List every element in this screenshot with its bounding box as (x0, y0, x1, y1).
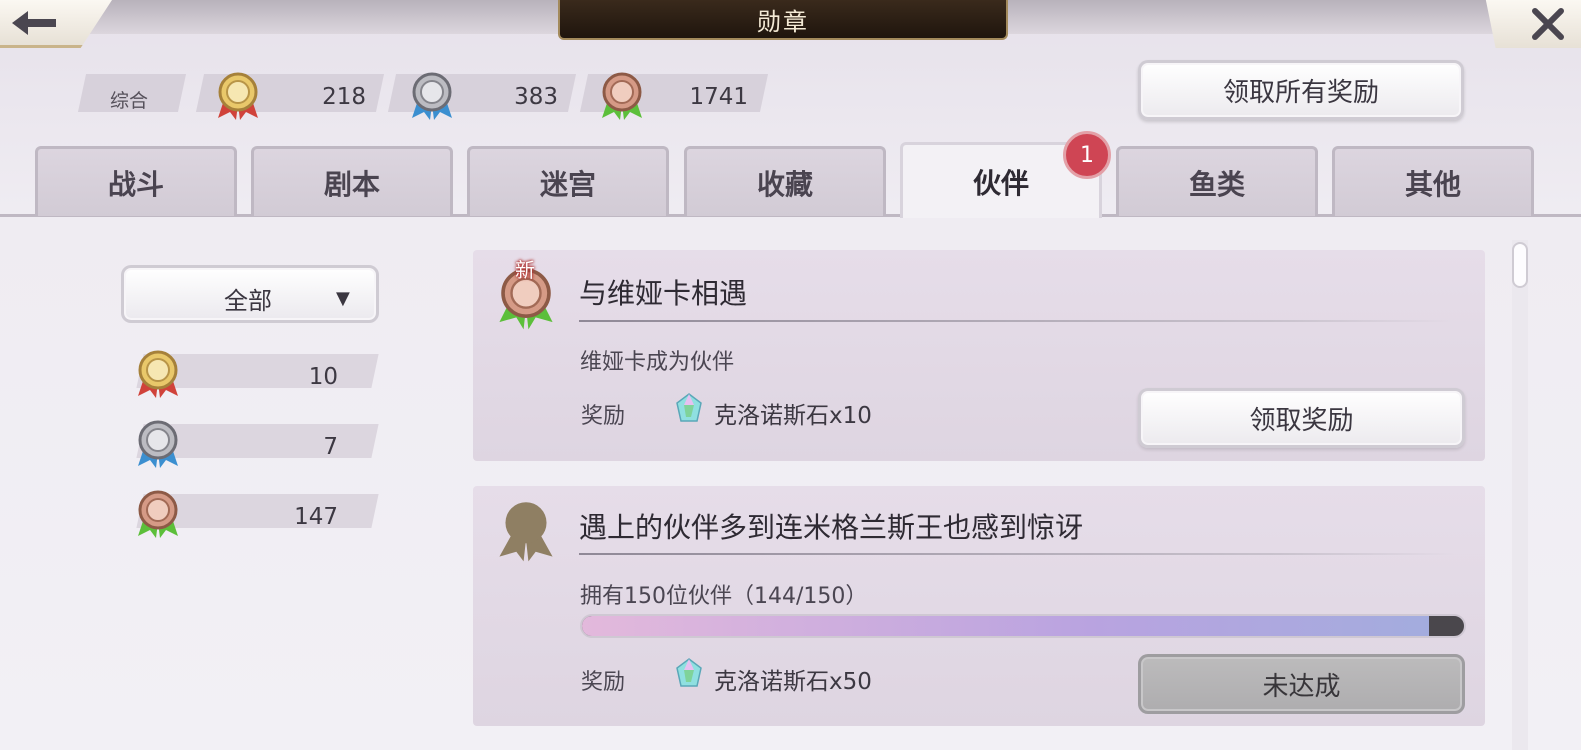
summary-label: 综合 (110, 90, 149, 112)
filter-selected-value: 全部 (224, 287, 272, 315)
filter-gold-count: 10 (308, 364, 338, 390)
notification-badge: 1 (1063, 131, 1111, 179)
achievement-card: 与维娅卡相遇 维娅卡成为伙伴 奖励 克洛诺斯石x10 领取奖励 (473, 250, 1485, 461)
new-tag: 新 (515, 258, 535, 282)
achievement-description: 维娅卡成为伙伴 (580, 350, 735, 375)
progress-fill (582, 616, 1429, 636)
summary-gold-count: 218 (322, 84, 366, 110)
progress-bar (580, 614, 1466, 638)
reward-label: 奖励 (581, 670, 626, 695)
summary-silver-count: 383 (514, 84, 558, 110)
scrollbar-track[interactable] (1512, 240, 1528, 750)
filter-silver-count: 7 (323, 434, 338, 460)
tab-labyrinth[interactable]: 迷宫 (467, 146, 669, 216)
claim-reward-button[interactable]: 领取奖励 (1138, 388, 1465, 448)
bronze-medal-icon (138, 490, 178, 538)
tab-fish[interactable]: 鱼类 (1116, 146, 1318, 216)
tab-story[interactable]: 剧本 (251, 146, 453, 216)
tab-other[interactable]: 其他 (1332, 146, 1534, 216)
chronos-stone-icon (676, 393, 702, 422)
claim-all-rewards-button[interactable]: 领取所有奖励 (1138, 60, 1464, 120)
close-icon (1532, 8, 1564, 40)
summary-bronze-count: 1741 (689, 84, 748, 110)
dropdown-arrow-icon: ▼ (336, 288, 350, 309)
tab-battle[interactable]: 战斗 (35, 146, 237, 216)
locked-medal-icon (499, 502, 553, 562)
silver-medal-icon (138, 420, 178, 468)
chronos-stone-icon (676, 658, 702, 687)
achievement-description: 拥有150位伙伴（144/150） (580, 584, 868, 609)
bronze-medal-icon (602, 72, 642, 120)
filter-dropdown[interactable]: 全部 ▼ (121, 265, 379, 323)
filter-bronze-count: 147 (294, 504, 338, 530)
reward-item: 克洛诺斯石x50 (714, 669, 872, 695)
not-achieved-button: 未达成 (1138, 654, 1465, 714)
reward-item: 克洛诺斯石x10 (714, 403, 872, 429)
reward-label: 奖励 (581, 404, 626, 429)
divider (579, 320, 1454, 322)
achievement-title: 遇上的伙伴多到连米格兰斯王也感到惊讶 (579, 511, 1084, 544)
achievement-title: 与维娅卡相遇 (579, 277, 748, 310)
gold-medal-icon (218, 72, 258, 120)
back-button[interactable] (0, 0, 112, 48)
gold-medal-icon (138, 350, 178, 398)
tab-collection[interactable]: 收藏 (684, 146, 886, 216)
divider (579, 553, 1454, 555)
arrow-left-icon (12, 10, 56, 35)
page-title: 勋章 (558, 0, 1008, 40)
scrollbar-thumb[interactable] (1512, 242, 1528, 288)
silver-medal-icon (412, 72, 452, 120)
achievement-card: 遇上的伙伴多到连米格兰斯王也感到惊讶 拥有150位伙伴（144/150） 奖励 … (473, 486, 1485, 726)
